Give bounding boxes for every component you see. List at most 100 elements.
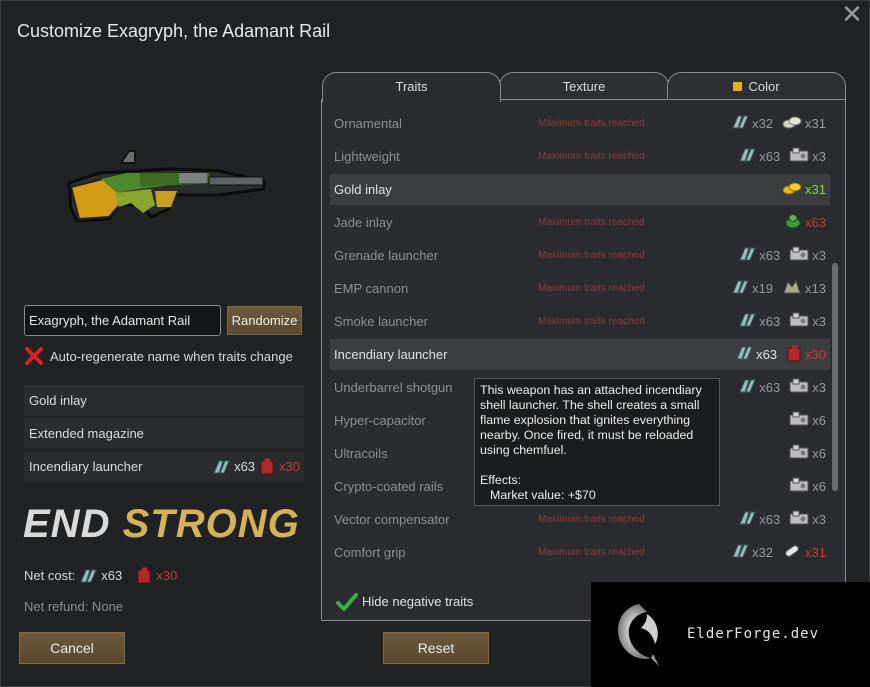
tooltip-line: shell launcher. The shell creates a smal… [480,398,700,412]
trait-row[interactable]: Incendiary launcher x63 x30 [330,339,830,370]
tooltip-line: using chemfuel. [480,443,567,457]
trait-status-message: Maximum traits reached [538,217,645,228]
trait-name: Underbarrel shotgun [334,380,453,395]
cost-group: x31 [782,181,826,198]
selected-trait-label: Extended magazine [29,426,144,441]
plasteel-icon [213,460,230,473]
trait-row[interactable]: EMP cannon Maximum traits reached x19 x13 [330,273,830,304]
auto-regen-toggle[interactable]: Auto-regenerate name when traits change [24,347,293,365]
components-icon [789,312,809,331]
quality-banner-word2: STRONG [122,502,300,546]
cost-amount: x3 [812,314,826,329]
trait-row[interactable]: Gold inlay x31 [330,174,830,205]
close-icon[interactable]: ✕ [841,1,863,27]
dialog-title: Customize Exagryph, the Adamant Rail [17,21,331,41]
trait-name: EMP cannon [334,281,409,296]
trait-name: Lightweight [334,149,400,164]
trait-cost: x63 x30 [729,345,826,365]
trait-status-message: Maximum traits reached [538,316,645,327]
reset-button[interactable]: Reset [382,631,490,665]
cost-amount: x63 [759,314,781,329]
trait-name: Gold inlay [334,182,392,197]
checkmark-icon [336,592,358,611]
hide-negative-toggle[interactable]: Hide negative traits [322,583,592,620]
trait-cost: x63 x3 [732,147,826,166]
trait-row[interactable]: Jade inlay Maximum traits reached x63 [330,207,830,238]
selected-trait-extended-magazine[interactable]: Extended magazine [24,418,304,449]
quality-banner: END STRONG [23,501,300,547]
trait-cost: x32 x31 [725,114,826,133]
trait-name: Ornamental [334,116,402,131]
trait-status-message: Maximum traits reached [538,283,645,294]
cost-amount: x19 [752,281,774,296]
trait-status-message: Maximum traits reached [538,151,645,162]
cost-amount: x63 [759,248,781,263]
plasteel-icon [735,345,753,364]
plasteel-icon [738,246,757,265]
tooltip-market-value: Market value: +$70 [490,488,596,502]
cost-group: x6 [789,477,826,496]
cost-group: x6 [789,411,826,430]
plasteel-icon [738,510,757,529]
watermark-text: ElderForge.dev [687,626,820,642]
tooltip-effects-label: Effects: [480,473,522,487]
jade-icon [784,213,802,232]
cost-group: x13 [782,279,826,298]
components-icon [789,147,809,166]
tab-traits[interactable]: Traits [322,72,501,102]
cost-group: x3 [789,147,826,166]
cost-amount: x6 [812,446,826,461]
trait-row[interactable]: Grenade launcher Maximum traits reached x6… [330,240,830,271]
selected-trait-label: Incendiary launcher [29,459,143,474]
cost-amount: x63 [759,149,781,164]
trait-name: Comfort grip [334,545,406,560]
trait-row[interactable]: Ornamental Maximum traits reached x32 x31 [330,108,830,139]
trait-row[interactable]: Smoke launcher Maximum traits reached x63 x… [330,306,830,337]
trait-cost: x63 x3 [732,246,826,265]
cost-amount: x31 [805,182,826,197]
trait-cost: x6 [783,411,826,430]
trait-status-message: Maximum traits reached [538,250,645,261]
trait-name: Vector compensator [334,512,450,527]
randomize-button[interactable]: Randomize [226,305,303,336]
cost-amount: x31 [805,116,826,131]
components-icon [789,444,809,463]
quality-banner-word1: END [23,502,111,546]
traits-list: Ornamental Maximum traits reached x32 x31 Li… [330,108,830,582]
selected-trait-gold-inlay[interactable]: Gold inlay [24,385,304,416]
weapon-name-input[interactable] [24,305,221,336]
trait-name: Ultracoils [334,446,388,461]
scrollbar[interactable] [832,263,838,491]
trait-cost: x63 x3 [732,312,826,331]
trait-cost: x63 x30 [212,451,300,482]
tab-texture[interactable]: Texture [499,72,669,101]
components-icon [789,246,809,265]
cost-group: x31 [782,543,826,562]
selected-trait-incendiary-launcher[interactable]: Incendiary launcher x63 x30 [24,451,304,482]
cost-group: x63 [738,147,780,166]
trait-cost: x6 [783,444,826,463]
trait-row[interactable]: Lightweight Maximum traits reached x63 x3 [330,141,830,172]
neutroamine-icon [782,543,802,562]
trait-name: Incendiary launcher [334,347,448,362]
watermark: ElderForge.dev [591,582,870,687]
cost-amount: x6 [812,479,826,494]
trait-row[interactable]: Vector compensator Maximum traits reached… [330,504,830,535]
tab-label: Traits [395,79,428,94]
cost-group: x63 [738,510,780,529]
trait-name: Hyper-capacitor [334,413,426,428]
customize-dialog: Customize Exagryph, the Adamant Rail ✕ R… [0,0,870,687]
trait-row[interactable]: Comfort grip Maximum traits reached x32 x31 [330,537,830,568]
net-cost-amount: x63 [101,568,123,583]
cancel-button[interactable]: Cancel [18,631,126,665]
tab-color[interactable]: Color [667,72,846,101]
plasteel-icon [738,147,757,166]
trait-name: Crypto-coated rails [334,479,444,494]
cost-amount: x63 [759,380,781,395]
plasteel-icon [738,312,757,331]
cost-amount: x30 [805,347,826,362]
chemfuel-icon [137,567,151,584]
cost-group: x19 [731,279,773,298]
trait-cost: x6 [783,477,826,496]
cost-amount: x13 [805,281,826,296]
